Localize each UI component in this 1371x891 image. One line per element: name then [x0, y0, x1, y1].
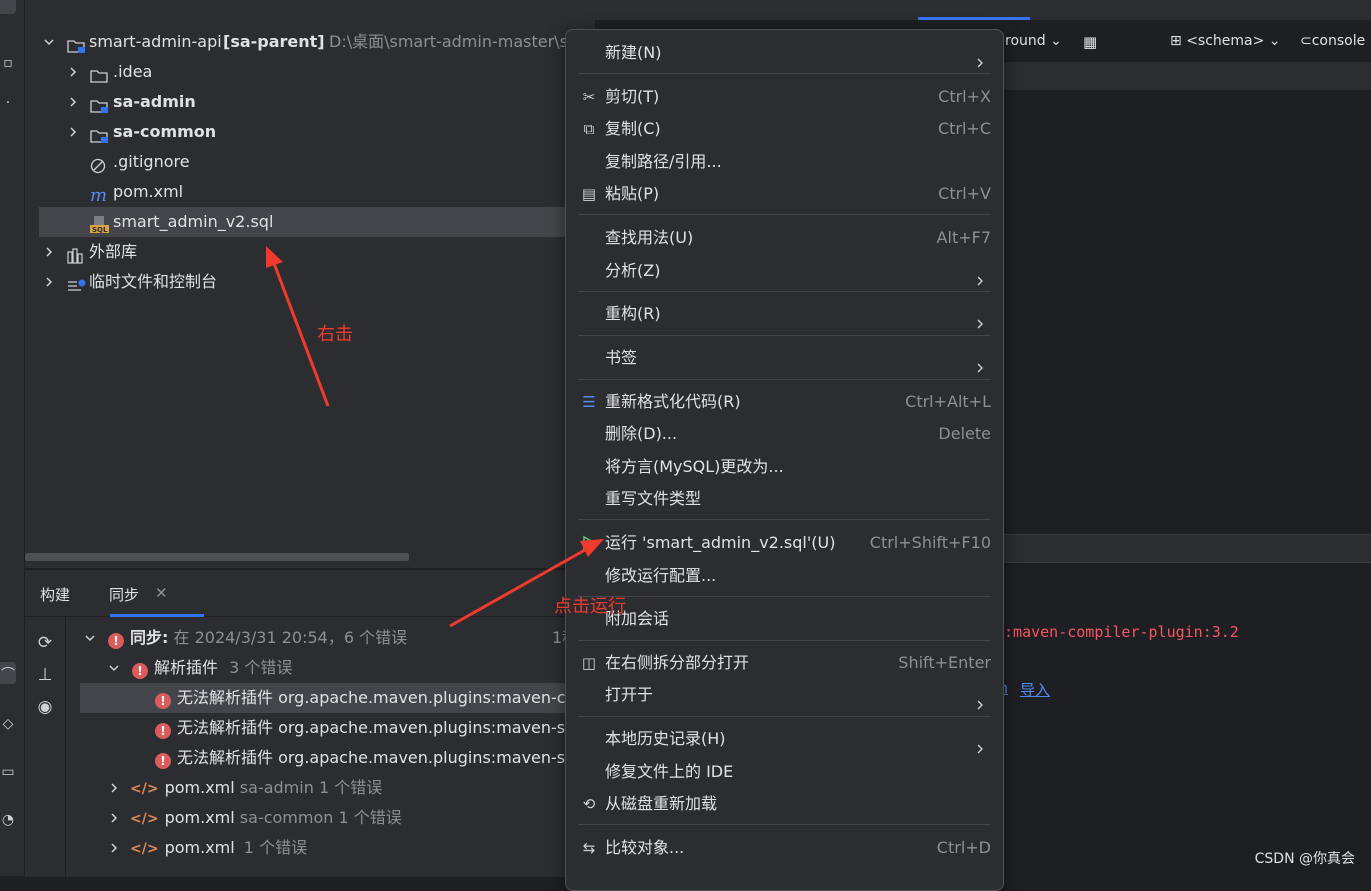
right-click-annotation: 右击: [317, 324, 353, 345]
click-run-annotation: 点击运行: [554, 596, 626, 617]
annotation-overlay: [266, 246, 604, 628]
watermark: CSDN @你真会: [1254, 851, 1355, 867]
